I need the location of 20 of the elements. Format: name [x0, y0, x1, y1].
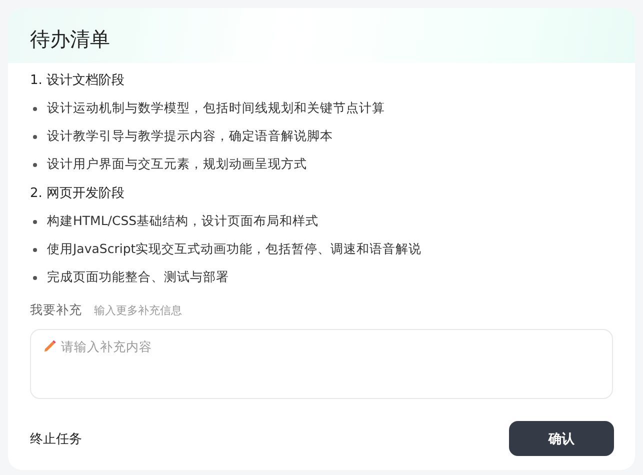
task-item: 使用JavaScript实现交互式动画功能，包括暂停、调速和语音解说 [47, 241, 422, 258]
task-item: 设计用户界面与交互元素，规划动画呈现方式 [47, 156, 307, 173]
supplement-label: 我要补充 [30, 302, 82, 319]
bullet-icon [33, 162, 37, 166]
task-item: 设计教学引导与教学提示内容，确定语音解说脚本 [47, 128, 333, 145]
bullet-icon [33, 248, 37, 252]
section-heading: 1. 设计文档阶段 [30, 72, 126, 89]
task-item: 构建HTML/CSS基础结构，设计页面布局和样式 [47, 213, 319, 230]
task-item: 设计运动机制与数学模型，包括时间线规划和关键节点计算 [47, 100, 385, 117]
bullet-icon [33, 276, 37, 280]
bullet-icon [33, 134, 37, 138]
section-heading: 2. 网页开发阶段 [30, 185, 126, 202]
stop-task-button[interactable]: 终止任务 [30, 430, 82, 448]
supplement-hint: 输入更多补充信息 [94, 303, 182, 318]
bullet-icon [33, 106, 37, 110]
task-item: 完成页面功能整合、测试与部署 [47, 269, 229, 286]
supplement-field[interactable]: 请输入补充内容 [30, 329, 613, 399]
dialog-title: 待办清单 [30, 26, 111, 53]
confirm-button[interactable]: 确认 [509, 421, 614, 456]
bullet-icon [33, 220, 37, 224]
